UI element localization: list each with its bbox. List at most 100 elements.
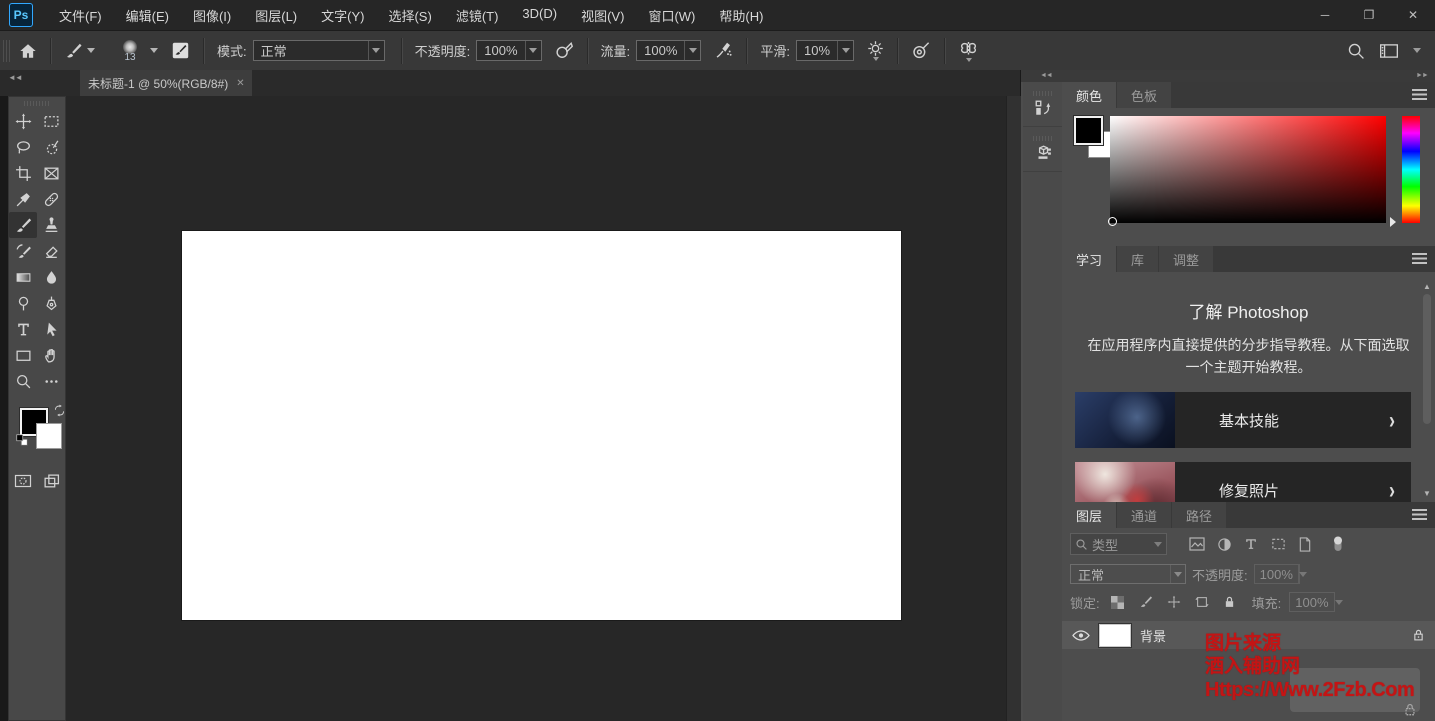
menu-layer[interactable]: 图层(L) <box>255 6 297 25</box>
screen-mode-button[interactable] <box>37 468 65 494</box>
tab-swatches[interactable]: 色板 <box>1117 82 1171 108</box>
document-tab[interactable]: 未标题-1 @ 50%(RGB/8#) ✕ <box>80 70 252 96</box>
maximize-button[interactable]: ❐ <box>1347 0 1391 30</box>
layer-fill-input[interactable]: 100% <box>1289 592 1335 612</box>
rectangle-shape-tool[interactable] <box>9 342 37 368</box>
lock-pixels-button[interactable] <box>1136 592 1156 612</box>
brush-tool[interactable] <box>9 212 37 238</box>
swap-colors-icon[interactable] <box>53 404 66 417</box>
type-tool[interactable] <box>9 316 37 342</box>
quick-selection-tool[interactable] <box>37 134 65 160</box>
blend-mode-select[interactable]: 正常 <box>253 40 385 61</box>
spot-healing-brush-tool[interactable] <box>37 186 65 212</box>
smoothing-input[interactable]: 10% <box>796 40 854 61</box>
learn-card-basics[interactable]: 基本技能 › <box>1075 392 1411 448</box>
history-panel-button[interactable] <box>1023 82 1062 127</box>
lock-all-button[interactable] <box>1220 592 1240 612</box>
menu-window[interactable]: 窗口(W) <box>648 6 695 25</box>
tablet-pressure-opacity-button[interactable] <box>550 36 579 66</box>
lock-transparency-button[interactable] <box>1108 592 1128 612</box>
filter-pixel-layers-button[interactable] <box>1187 534 1207 554</box>
panel-menu-icon[interactable] <box>1412 89 1427 100</box>
home-button[interactable] <box>14 36 42 66</box>
brush-tool-preset-button[interactable] <box>60 36 100 66</box>
frame-tool[interactable] <box>37 160 65 186</box>
dodge-tool[interactable] <box>9 290 37 316</box>
close-document-icon[interactable]: ✕ <box>236 78 244 89</box>
document-vertical-scrollbar[interactable] <box>1006 96 1022 721</box>
collapse-toolbar-button[interactable]: ◄◄ <box>8 73 22 82</box>
expand-dock-button[interactable]: ►► <box>1416 72 1428 79</box>
paint-symmetry-button[interactable] <box>954 36 983 66</box>
tab-libraries[interactable]: 库 <box>1117 246 1158 272</box>
chevron-down-icon[interactable] <box>1413 48 1421 53</box>
chevron-down-icon[interactable] <box>150 48 158 53</box>
search-icon[interactable] <box>1347 42 1365 60</box>
menu-image[interactable]: 图像(I) <box>193 6 231 25</box>
layer-blend-mode-select[interactable]: 正常 <box>1070 564 1186 584</box>
menu-type[interactable]: 文字(Y) <box>321 6 364 25</box>
gradient-tool[interactable] <box>9 264 37 290</box>
path-selection-tool[interactable] <box>37 316 65 342</box>
menu-filter[interactable]: 滤镜(T) <box>456 6 499 25</box>
layer-filter-type-select[interactable]: 类型 <box>1070 533 1167 555</box>
pen-tool[interactable] <box>37 290 65 316</box>
panel-menu-icon[interactable] <box>1412 509 1427 520</box>
menu-help[interactable]: 帮助(H) <box>719 6 763 25</box>
menu-file[interactable]: 文件(F) <box>59 6 102 25</box>
eyedropper-tool[interactable] <box>9 186 37 212</box>
panel-menu-icon[interactable] <box>1412 253 1427 264</box>
tab-color[interactable]: 颜色 <box>1062 82 1116 108</box>
edit-toolbar-button[interactable] <box>37 368 65 394</box>
lasso-tool[interactable] <box>9 134 37 160</box>
brush-preset-picker[interactable]: 13 <box>114 36 146 66</box>
tab-paths[interactable]: 路径 <box>1172 502 1226 528</box>
zoom-tool[interactable] <box>9 368 37 394</box>
tab-layers[interactable]: 图层 <box>1062 502 1116 528</box>
tab-adjustments[interactable]: 调整 <box>1159 246 1213 272</box>
history-brush-tool[interactable] <box>9 238 37 264</box>
background-color-swatch[interactable] <box>36 423 62 449</box>
collapse-icon-strip-button[interactable]: ◄◄ <box>1040 72 1052 79</box>
scroll-up-icon[interactable]: ▲ <box>1423 282 1431 291</box>
move-tool[interactable] <box>9 108 37 134</box>
menu-select[interactable]: 选择(S) <box>388 6 431 25</box>
airbrush-button[interactable] <box>709 36 738 66</box>
clone-stamp-tool[interactable] <box>37 212 65 238</box>
options-bar-grip[interactable] <box>3 40 10 62</box>
quick-mask-button[interactable] <box>9 468 37 494</box>
3d-panel-button[interactable] <box>1023 127 1062 172</box>
scroll-down-icon[interactable]: ▼ <box>1423 489 1431 498</box>
menu-view[interactable]: 视图(V) <box>581 6 624 25</box>
foreground-color-swatch[interactable] <box>1074 116 1103 145</box>
default-colors-icon[interactable] <box>16 434 28 446</box>
color-field-cursor[interactable] <box>1108 217 1117 226</box>
blur-tool[interactable] <box>37 264 65 290</box>
canvas[interactable] <box>182 231 901 620</box>
toggle-brush-settings-button[interactable] <box>166 36 195 66</box>
tab-channels[interactable]: 通道 <box>1117 502 1171 528</box>
hand-tool[interactable] <box>37 342 65 368</box>
scrollbar-thumb[interactable] <box>1423 294 1431 424</box>
minimize-button[interactable]: ─ <box>1303 0 1347 30</box>
crop-tool[interactable] <box>9 160 37 186</box>
toolbar-grip[interactable] <box>24 101 50 106</box>
opacity-input[interactable]: 100% <box>476 40 541 61</box>
lock-position-button[interactable] <box>1164 592 1184 612</box>
filter-adjustment-layers-button[interactable] <box>1214 534 1234 554</box>
visibility-eye-icon[interactable] <box>1072 629 1090 642</box>
learn-scrollbar[interactable]: ▲ ▼ <box>1421 282 1433 498</box>
menu-3d[interactable]: 3D(D) <box>522 6 557 25</box>
layer-thumbnail[interactable] <box>1099 624 1131 647</box>
tab-learn[interactable]: 学习 <box>1062 246 1116 272</box>
workspace-icon[interactable] <box>1379 42 1399 60</box>
menu-edit[interactable]: 编辑(E) <box>126 6 169 25</box>
saturation-brightness-field[interactable] <box>1110 116 1386 223</box>
tablet-pressure-size-button[interactable] <box>907 36 936 66</box>
lock-artboard-button[interactable] <box>1192 592 1212 612</box>
smoothing-options-button[interactable] <box>862 36 889 66</box>
filter-type-layers-button[interactable] <box>1241 534 1261 554</box>
layer-filter-toggle[interactable] <box>1328 534 1348 554</box>
rectangular-marquee-tool[interactable] <box>37 108 65 134</box>
filter-shape-layers-button[interactable] <box>1268 534 1288 554</box>
